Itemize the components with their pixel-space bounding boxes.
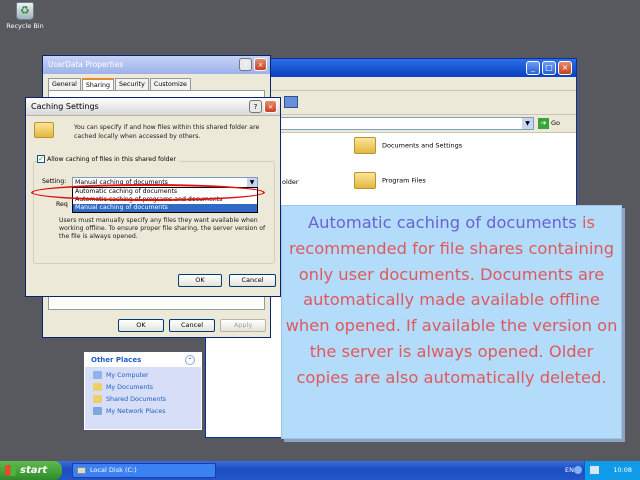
req-text: Req: [56, 201, 68, 208]
checkmark-icon: ✓: [37, 155, 45, 163]
help-button[interactable]: ?: [239, 58, 252, 71]
computer-icon: [93, 371, 102, 379]
windows-logo-icon: [5, 465, 16, 476]
recycle-bin-label: Recycle Bin: [6, 22, 44, 30]
allow-caching-checkbox[interactable]: ✓ Allow caching of files in this shared f…: [37, 155, 179, 163]
maximize-button[interactable]: □: [542, 61, 556, 75]
network-icon[interactable]: [590, 466, 599, 474]
help-button[interactable]: ?: [249, 100, 262, 113]
folder-label: older: [282, 178, 299, 186]
caching-settings-dialog: Caching Settings ? × You can specify if …: [25, 97, 281, 297]
folder-documents-and-settings[interactable]: Documents and Settings: [354, 137, 462, 154]
other-places-header[interactable]: Other Places ⌃: [85, 353, 201, 367]
minimize-button[interactable]: _: [526, 61, 540, 75]
go-label: Go: [551, 119, 561, 127]
other-places-title: Other Places: [91, 356, 142, 364]
place-my-network-places[interactable]: My Network Places: [93, 406, 193, 418]
annotation-oval: [31, 184, 265, 201]
place-label: My Computer: [106, 372, 149, 379]
task-label: Local Disk (C:): [90, 466, 137, 474]
shared-folder-icon: [34, 122, 54, 138]
option-manual-documents[interactable]: Manual caching of documents: [73, 204, 257, 212]
views-icon[interactable]: [284, 96, 298, 108]
drive-icon: [77, 467, 86, 474]
close-button[interactable]: ×: [264, 100, 277, 113]
place-label: My Documents: [106, 384, 154, 391]
apply-button[interactable]: Apply: [220, 319, 266, 332]
taskbar-item-local-disk[interactable]: Local Disk (C:): [72, 463, 216, 478]
show-hidden-icons-icon[interactable]: [574, 466, 582, 474]
chevron-down-icon[interactable]: ▼: [247, 178, 257, 187]
start-button[interactable]: start: [0, 461, 62, 480]
properties-titlebar[interactable]: UserData Properties ? ×: [43, 56, 270, 74]
place-label: Shared Documents: [106, 396, 167, 403]
caching-description: You can specify if and how files within …: [74, 124, 260, 140]
caching-note: Users must manually specify any files th…: [59, 217, 266, 240]
setting-label: Setting:: [42, 178, 67, 185]
folder-program-files[interactable]: Program Files: [354, 172, 426, 189]
callout-text: is recommended for file shares containin…: [285, 213, 618, 387]
explanation-callout: Automatic caching of documents is recomm…: [281, 205, 622, 439]
language-indicator[interactable]: EN: [565, 461, 574, 480]
close-button[interactable]: ×: [254, 58, 267, 71]
cancel-button[interactable]: Cancel: [169, 319, 215, 332]
place-my-documents[interactable]: My Documents: [93, 382, 193, 394]
close-button[interactable]: ×: [558, 61, 572, 75]
network-icon: [93, 407, 102, 415]
place-shared-documents[interactable]: Shared Documents: [93, 394, 193, 406]
folder-label: Documents and Settings: [382, 141, 463, 150]
taskbar: start Local Disk (C:) EN 10:08: [0, 461, 640, 480]
properties-title: UserData Properties: [48, 60, 124, 69]
recycle-bin[interactable]: Recycle Bin: [6, 2, 44, 30]
place-label: My Network Places: [106, 408, 166, 415]
go-button[interactable]: ➔ Go: [538, 117, 572, 130]
recycle-bin-icon: [16, 2, 34, 20]
collapse-chevron-icon[interactable]: ⌃: [185, 355, 195, 365]
address-input[interactable]: ▼: [276, 117, 534, 130]
go-arrow-icon: ➔: [538, 118, 549, 129]
caching-title: Caching Settings: [31, 102, 99, 111]
chevron-down-icon[interactable]: ▼: [522, 118, 533, 129]
cancel-button[interactable]: Cancel: [229, 274, 276, 287]
allow-caching-label: Allow caching of files in this shared fo…: [47, 156, 176, 163]
folder-icon: [354, 137, 376, 154]
ok-button[interactable]: OK: [178, 274, 222, 287]
callout-highlight: Automatic caching of documents: [308, 213, 577, 232]
folder-icon: [93, 395, 102, 403]
clock[interactable]: 10:08: [613, 461, 632, 480]
place-my-computer[interactable]: My Computer: [93, 370, 193, 382]
folder-icon: [354, 172, 376, 189]
ok-button[interactable]: OK: [118, 319, 164, 332]
folder-label: Program Files: [382, 176, 426, 185]
folder-partial[interactable]: older: [282, 178, 299, 186]
caching-titlebar[interactable]: Caching Settings ? ×: [26, 98, 280, 116]
other-places-panel: Other Places ⌃ My Computer My Documents …: [84, 352, 202, 430]
system-tray: 10:08: [584, 461, 640, 480]
start-label: start: [20, 465, 48, 476]
folder-icon: [93, 383, 102, 391]
